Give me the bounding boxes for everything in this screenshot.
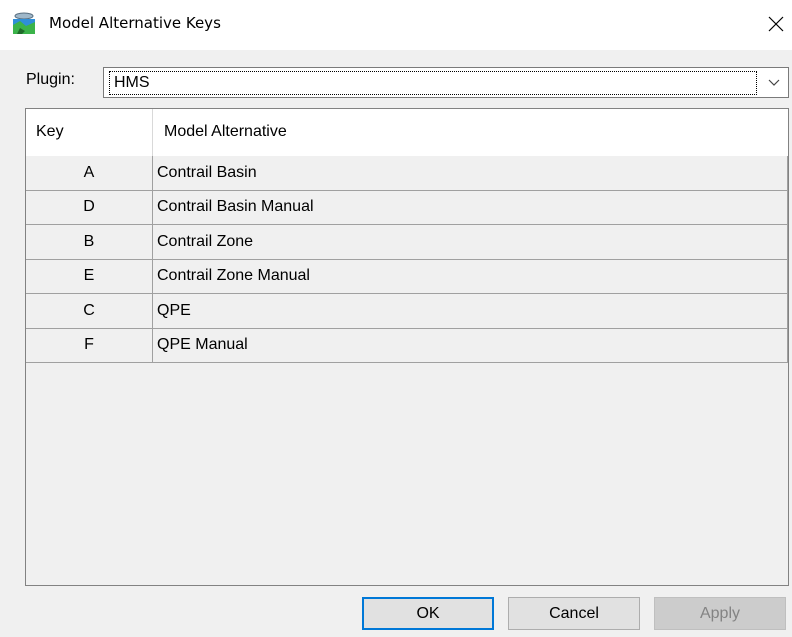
column-divider bbox=[152, 109, 153, 156]
key-cell[interactable]: F bbox=[26, 329, 152, 363]
table-row[interactable]: D Contrail Basin Manual bbox=[26, 190, 788, 225]
cancel-button[interactable]: Cancel bbox=[508, 597, 640, 630]
apply-button[interactable]: Apply bbox=[654, 597, 786, 630]
table-row[interactable]: C QPE bbox=[26, 294, 788, 329]
key-cell[interactable]: A bbox=[26, 156, 152, 190]
model-alternative-cell[interactable]: Contrail Zone bbox=[152, 225, 788, 259]
table-header: Key Model Alternative bbox=[26, 109, 788, 156]
ok-button[interactable]: OK bbox=[362, 597, 494, 630]
close-button[interactable] bbox=[764, 12, 788, 36]
model-alternative-cell[interactable]: QPE Manual bbox=[152, 328, 788, 362]
window-title: Model Alternative Keys bbox=[49, 14, 221, 32]
dialog-window: Model Alternative Keys Plugin: HMS Key M… bbox=[0, 0, 792, 637]
chevron-down-icon[interactable] bbox=[760, 68, 788, 97]
plugin-selected-value: HMS bbox=[109, 71, 757, 95]
plugin-dropdown[interactable]: HMS bbox=[103, 67, 789, 98]
model-alternative-cell[interactable]: Contrail Zone Manual bbox=[152, 259, 788, 293]
key-cell[interactable]: E bbox=[26, 260, 152, 294]
model-alternative-table: Key Model Alternative A Contrail Basin D… bbox=[25, 108, 789, 586]
table-body: A Contrail Basin D Contrail Basin Manual… bbox=[26, 156, 788, 363]
title-bar: Model Alternative Keys bbox=[0, 0, 792, 50]
key-cell[interactable]: C bbox=[26, 294, 152, 328]
table-row[interactable]: E Contrail Zone Manual bbox=[26, 259, 788, 294]
close-icon bbox=[768, 16, 784, 32]
model-alternative-cell[interactable]: Contrail Basin bbox=[152, 156, 788, 190]
column-header-model-alternative[interactable]: Model Alternative bbox=[164, 123, 287, 141]
database-map-icon bbox=[11, 12, 37, 36]
model-alternative-cell[interactable]: QPE bbox=[152, 294, 788, 328]
table-row[interactable]: B Contrail Zone bbox=[26, 225, 788, 260]
key-cell[interactable]: B bbox=[26, 225, 152, 259]
key-cell[interactable]: D bbox=[26, 191, 152, 225]
model-alternative-cell[interactable]: Contrail Basin Manual bbox=[152, 190, 788, 224]
table-row[interactable]: F QPE Manual bbox=[26, 328, 788, 363]
plugin-label: Plugin: bbox=[26, 71, 75, 88]
column-header-key[interactable]: Key bbox=[36, 123, 64, 141]
table-row[interactable]: A Contrail Basin bbox=[26, 156, 788, 191]
